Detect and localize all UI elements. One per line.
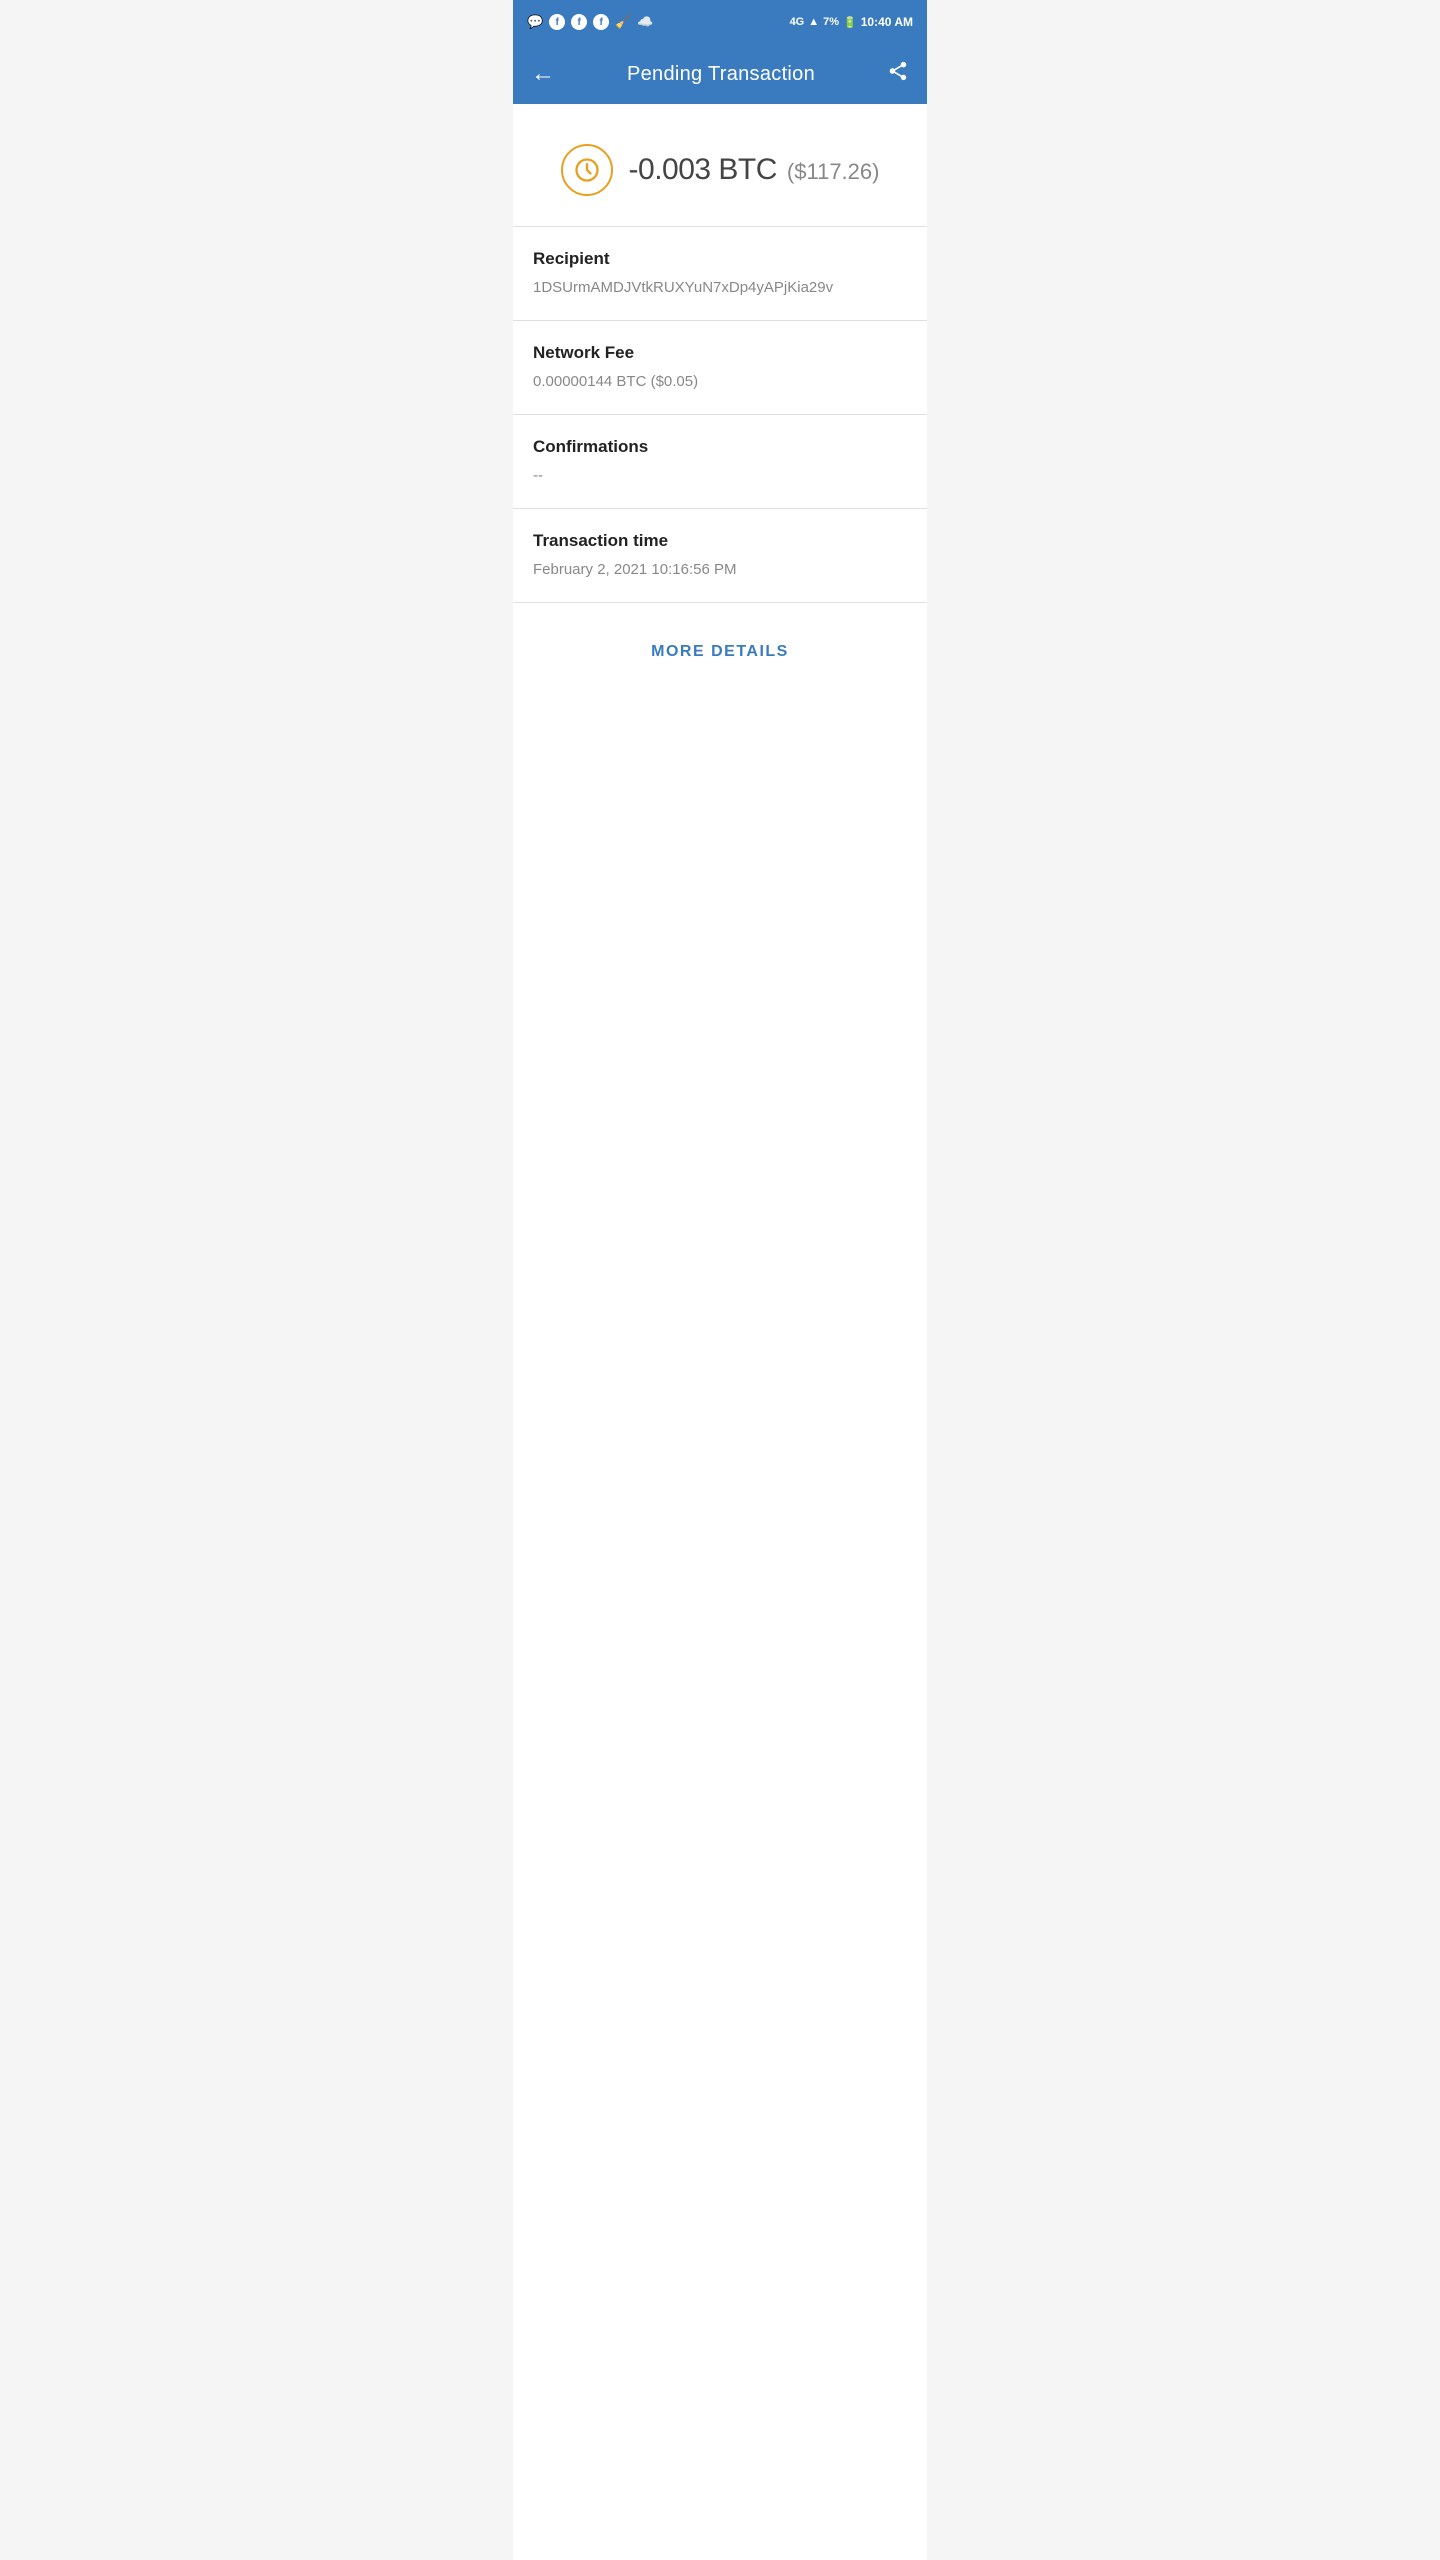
main-content: -0.003 BTC ($117.26) Recipient 1DSUrmAMD… — [513, 104, 927, 2560]
network-fee-value: 0.00000144 BTC ($0.05) — [533, 371, 907, 392]
recipient-label: Recipient — [533, 249, 907, 269]
notification-icons: 💬 f f f 🧹 ☁️ — [527, 14, 654, 30]
amount-section: -0.003 BTC ($117.26) — [513, 104, 927, 227]
facebook-icon-3: f — [593, 14, 609, 30]
app-bar: ← Pending Transaction — [513, 44, 927, 104]
network-fee-label: Network Fee — [533, 343, 907, 363]
message-icon: 💬 — [527, 14, 543, 30]
system-status: 4G ▲ 7% 🔋 10:40 AM — [790, 15, 913, 29]
network-fee-row: Network Fee 0.00000144 BTC ($0.05) — [513, 321, 927, 415]
cloud-icon: ☁️ — [637, 14, 653, 30]
recipient-address: 1DSUrmAMDJVtkRUXYuN7xDp4yAPjKia29v — [533, 277, 907, 298]
amount-btc: -0.003 BTC — [629, 153, 777, 187]
facebook-icon-2: f — [571, 14, 587, 30]
status-bar: 💬 f f f 🧹 ☁️ 4G ▲ 7% 🔋 10:40 AM — [513, 0, 927, 44]
amount-usd: ($117.26) — [787, 159, 880, 185]
clean-icon: 🧹 — [615, 14, 631, 30]
confirmations-label: Confirmations — [533, 437, 907, 457]
confirmations-row: Confirmations -- — [513, 415, 927, 509]
share-button[interactable] — [887, 60, 909, 88]
facebook-icon-1: f — [549, 14, 565, 30]
network-type: 4G — [790, 16, 805, 28]
transaction-time-label: Transaction time — [533, 531, 907, 551]
battery-percent: 7% — [823, 16, 839, 28]
back-button[interactable]: ← — [531, 60, 555, 88]
confirmations-value: -- — [533, 465, 907, 486]
page-title: Pending Transaction — [627, 63, 815, 86]
more-details-section: MORE DETAILS — [513, 603, 927, 701]
recipient-row: Recipient 1DSUrmAMDJVtkRUXYuN7xDp4yAPjKi… — [513, 227, 927, 321]
pending-clock-icon — [561, 144, 613, 196]
transaction-time-value: February 2, 2021 10:16:56 PM — [533, 559, 907, 580]
transaction-amount: -0.003 BTC ($117.26) — [629, 153, 880, 187]
signal-icon: ▲ — [808, 16, 819, 28]
time-display: 10:40 AM — [861, 15, 913, 29]
more-details-button[interactable]: MORE DETAILS — [631, 633, 809, 671]
battery-icon: 🔋 — [843, 16, 857, 29]
transaction-time-row: Transaction time February 2, 2021 10:16:… — [513, 509, 927, 603]
